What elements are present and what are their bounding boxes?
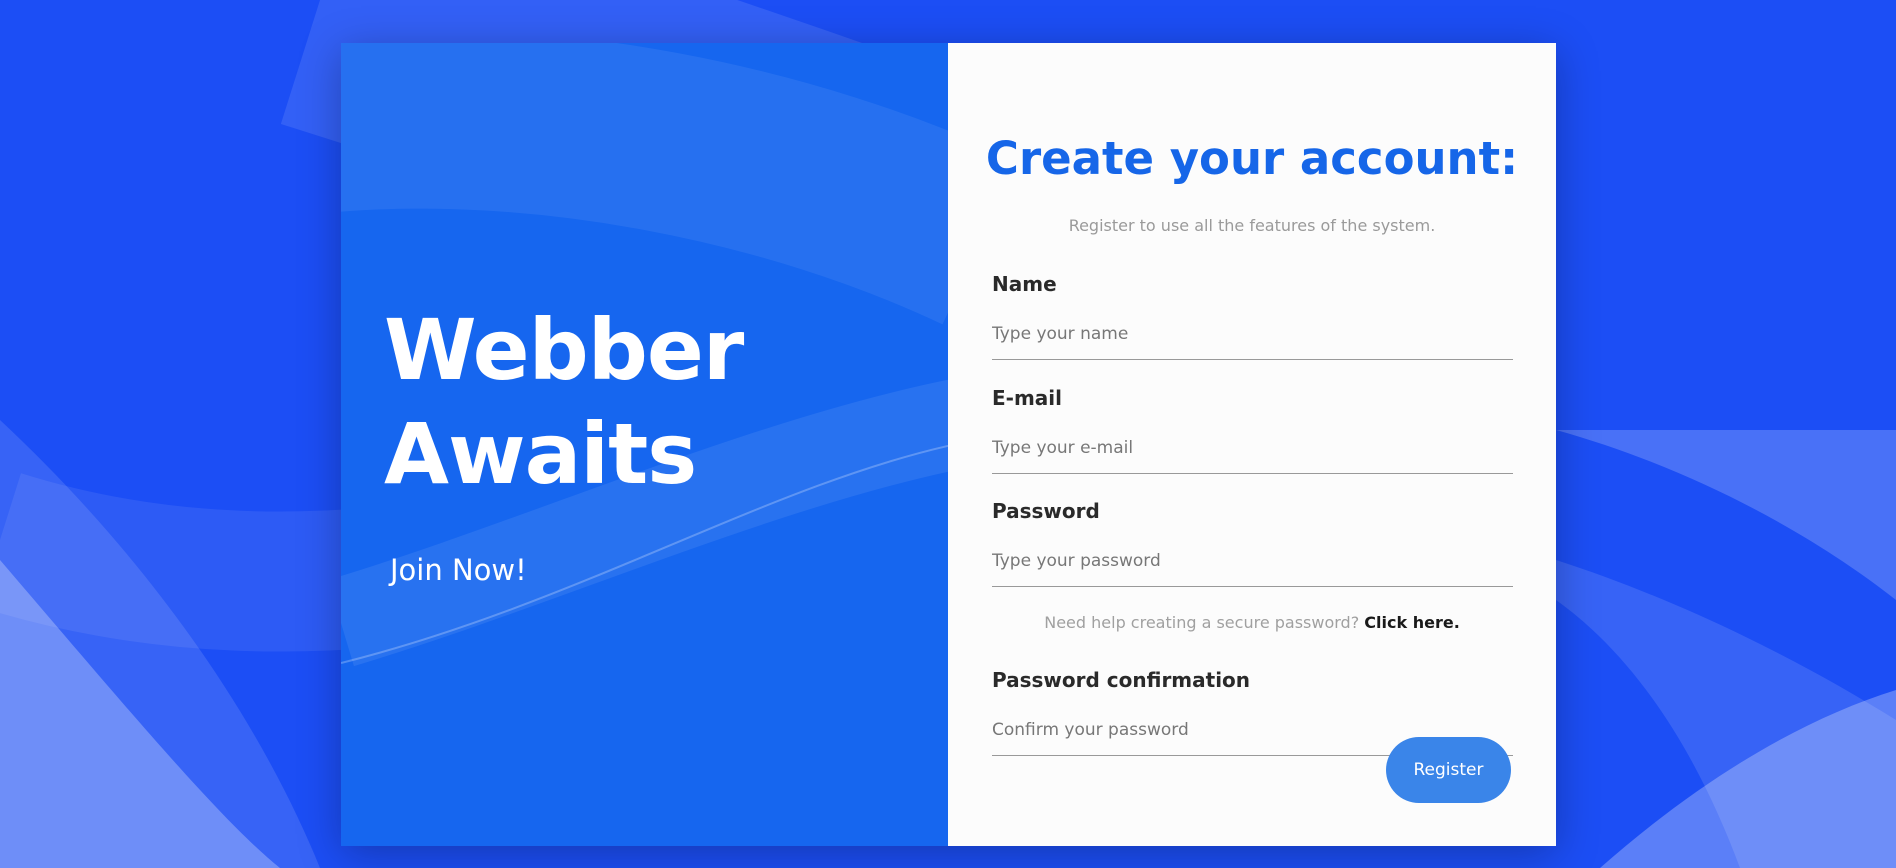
email-label: E-mail: [992, 386, 1063, 410]
join-now-text: Join Now!: [390, 553, 527, 587]
password-help: Need help creating a secure password? Cl…: [948, 611, 1556, 635]
register-button[interactable]: Register: [1386, 737, 1511, 803]
password-help-link[interactable]: Click here.: [1364, 613, 1459, 632]
password-input[interactable]: [992, 536, 1513, 587]
name-input[interactable]: [992, 309, 1513, 360]
password-help-text: Need help creating a secure password?: [1044, 613, 1360, 632]
hero-title: Webber Awaits: [384, 298, 744, 506]
register-card: Webber Awaits Join Now! Create your acco…: [341, 43, 1556, 846]
name-label: Name: [992, 272, 1057, 296]
form-subtitle: Register to use all the features of the …: [1068, 216, 1436, 235]
register-form: Create your account: Register to use all…: [948, 43, 1556, 846]
hero-panel: Webber Awaits Join Now!: [341, 43, 948, 846]
hero-title-line-1: Webber: [384, 301, 744, 399]
password-confirmation-label: Password confirmation: [992, 668, 1251, 692]
form-title: Create your account:: [985, 132, 1519, 185]
hero-title-line-2: Awaits: [384, 405, 697, 503]
password-label: Password: [992, 499, 1100, 523]
email-input[interactable]: [992, 423, 1513, 474]
